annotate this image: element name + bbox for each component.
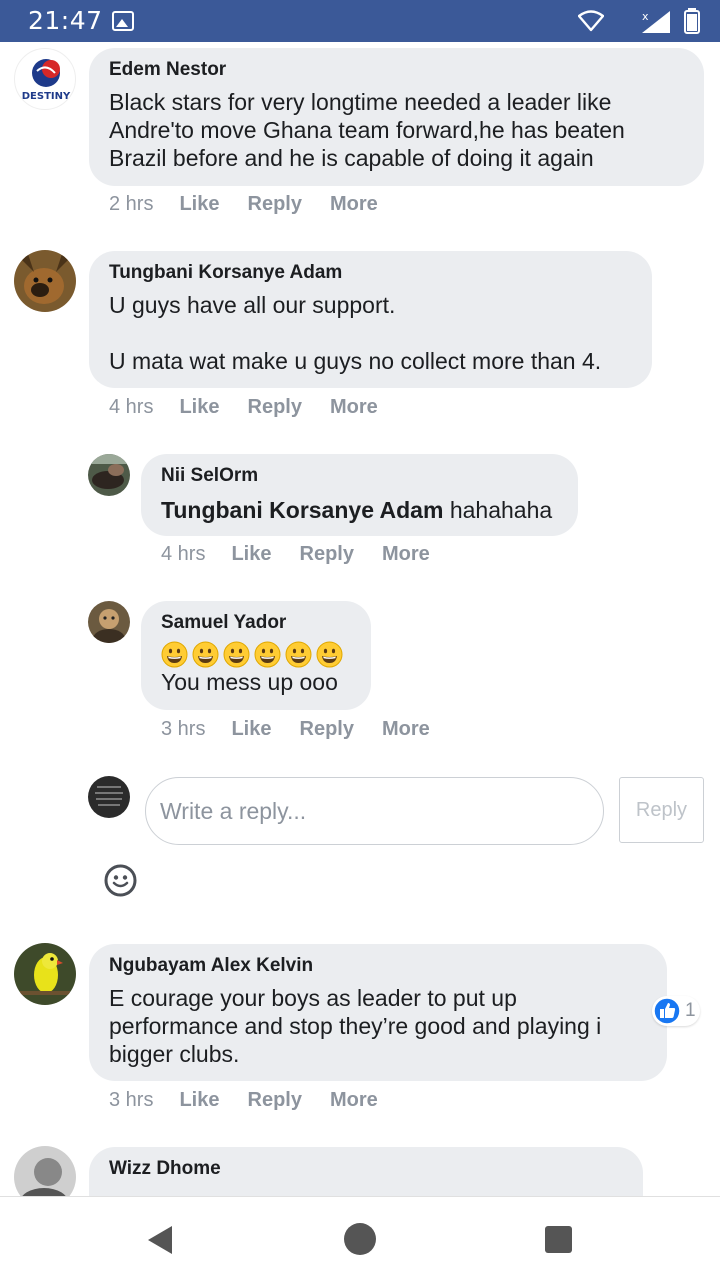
comment-author[interactable]: Ngubayam Alex Kelvin [109,954,647,978]
reply-time[interactable]: 4 hrs [161,541,205,567]
reply-time[interactable]: 3 hrs [161,716,205,742]
grinning-face-icon [192,641,219,668]
comment-bubble[interactable]: Tungbani Korsanye Adam U guys have all o… [89,251,652,388]
reply-bubble[interactable]: Nii SelOrm Tungbani Korsanye Adam hahaha… [141,454,578,536]
more-button[interactable]: More [330,1087,378,1113]
destiny-logo-icon: DESTINY [22,59,71,102]
comment-time[interactable]: 4 hrs [109,394,153,420]
user-photo-icon [14,1146,76,1196]
reply-actions: 3 hrs Like Reply More [161,716,458,742]
comment-time[interactable]: 3 hrs [109,1087,153,1113]
reply-input[interactable]: Write a reply... [145,777,604,845]
wifi-icon [578,10,604,32]
user-photo-icon [88,454,130,496]
home-icon[interactable] [344,1223,376,1255]
reply-author[interactable]: Nii SelOrm [161,464,558,488]
parrot-photo-icon [14,943,76,1005]
reaction-badge[interactable]: 1 [652,996,700,1026]
like-icon [653,997,681,1025]
gallery-icon [112,11,134,31]
comment-author[interactable]: Edem Nestor [109,58,684,82]
more-button[interactable]: More [382,541,430,567]
user-photo-icon [88,776,130,818]
comment-bubble[interactable]: Edem Nestor Black stars for very longtim… [89,48,704,186]
like-button[interactable]: Like [179,191,219,217]
status-bar: 21:47 x [0,0,720,42]
reply-text-body: hahahaha [449,497,553,523]
avatar[interactable] [88,601,130,643]
avatar[interactable] [14,943,76,1005]
avatar[interactable] [14,1146,76,1196]
comment-actions: 3 hrs Like Reply More [109,1087,406,1113]
comment-text: Black stars for very longtime needed a l… [109,89,625,171]
back-icon[interactable] [146,1225,174,1255]
comment-actions: 2 hrs Like Reply More [109,191,406,217]
mention-link[interactable]: Tungbani Korsanye Adam [161,497,443,523]
emoji-picker-icon[interactable] [104,864,137,897]
signal-icon: x [642,10,670,33]
reply-bubble[interactable]: Samuel Yador You mess up ooo [141,601,371,710]
reply-author[interactable]: Samuel Yador [161,611,351,635]
reply-submit-button[interactable]: Reply [619,777,704,843]
like-button[interactable]: Like [231,716,271,742]
reply-button[interactable]: Reply [248,394,302,420]
reply-button[interactable]: Reply [248,191,302,217]
reaction-count: 1 [685,1000,696,1021]
avatar-badge: DESTINY [22,91,71,102]
avatar[interactable] [88,454,130,496]
comment-actions: 4 hrs Like Reply More [109,394,406,420]
more-button[interactable]: More [382,716,430,742]
reply-actions: 4 hrs Like Reply More [161,541,458,567]
emoji-row [161,641,351,668]
avatar[interactable] [14,250,76,312]
comment-time[interactable]: 2 hrs [109,191,153,217]
like-button[interactable]: Like [179,394,219,420]
like-button[interactable]: Like [179,1087,219,1113]
dog-photo-icon [14,250,76,312]
battery-icon [684,8,700,34]
reply-text: Tungbani Korsanye Adam hahahaha [161,496,558,524]
more-button[interactable]: More [330,191,378,217]
svg-text:x: x [642,10,649,23]
status-time: 21:47 [28,6,103,35]
comment-bubble[interactable]: Ngubayam Alex Kelvin E courage your boys… [89,944,667,1081]
grinning-face-icon [316,641,343,668]
avatar[interactable]: DESTINY [14,48,76,110]
user-photo-icon [88,601,130,643]
avatar [88,776,130,818]
reply-button[interactable]: Reply [300,541,354,567]
status-icons: x [570,6,700,36]
reply-button[interactable]: Reply [248,1087,302,1113]
comment-bubble[interactable]: Wizz Dhome [89,1147,643,1196]
grinning-face-icon [161,641,188,668]
navigation-bar [0,1196,720,1280]
grinning-face-icon [285,641,312,668]
like-button[interactable]: Like [231,541,271,567]
recent-apps-icon[interactable] [545,1226,572,1253]
comment-text: E courage your boys as leader to put up … [109,985,602,1067]
comment-author[interactable]: Tungbani Korsanye Adam [109,261,632,285]
reply-text: You mess up ooo [161,669,338,695]
grinning-face-icon [254,641,281,668]
comment-author[interactable]: Wizz Dhome [109,1157,623,1181]
comment-text: U guys have all our support. U mata wat … [109,292,602,374]
grinning-face-icon [223,641,250,668]
comment-list[interactable]: DESTINY Edem Nestor Black stars for very… [0,42,720,1196]
more-button[interactable]: More [330,394,378,420]
reply-button[interactable]: Reply [300,716,354,742]
